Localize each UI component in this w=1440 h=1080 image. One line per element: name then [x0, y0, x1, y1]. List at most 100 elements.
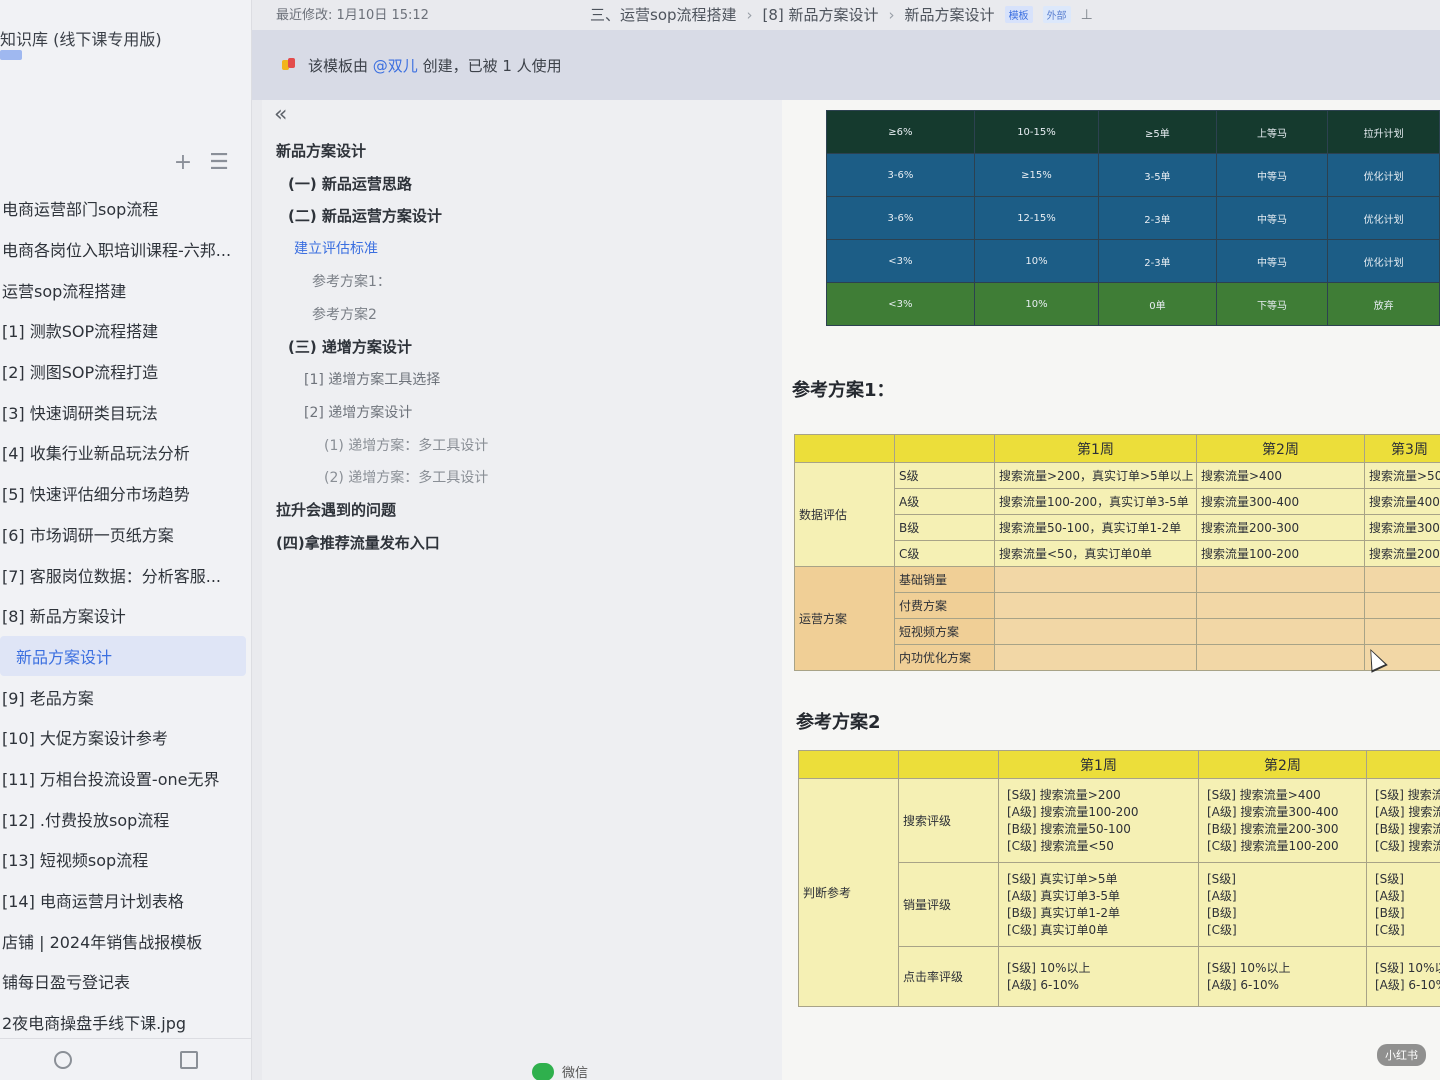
sidebar-item[interactable]: [13] 短视频sop流程 — [0, 839, 250, 880]
collapse-outline-icon[interactable]: « — [274, 102, 287, 127]
pin-icon[interactable]: ⊥ — [1081, 7, 1093, 23]
sidebar-item[interactable]: [11] 万相台投流设置-one无界 — [0, 758, 250, 799]
breadcrumb-item[interactable]: 三、运营sop流程搭建 — [590, 4, 737, 25]
sidebar-item-active[interactable]: 新品方案设计 — [0, 635, 246, 677]
sidebar-item[interactable]: [6] 市场调研一页纸方案 — [0, 514, 250, 555]
grade-cell: C级 — [894, 540, 995, 567]
document-body: ≥6% 10-15% ≥5单 上等马 拉升计划 3-6% ≥15% 3-5单 中等马 优化计划 3-… — [782, 100, 1440, 1080]
sidebar-item[interactable]: [7] 客服岗位数据：分析客服... — [0, 554, 250, 595]
sidebar-item[interactable]: [5] 快速评估细分市场趋势 — [0, 473, 250, 514]
author-mention[interactable]: @双儿 — [373, 57, 418, 75]
sidebar-item[interactable]: 电商各岗位入职培训课程-六邦... — [0, 229, 250, 270]
empty-cell[interactable] — [994, 566, 1197, 593]
empty-cell[interactable] — [1364, 592, 1440, 619]
plan1-group-data: 数据评估 — [794, 462, 895, 567]
sidebar-item[interactable]: [9] 老品方案 — [0, 676, 250, 717]
week2-cell: 搜索流量200-300 — [1196, 514, 1365, 541]
last-modified: 最近修改: 1月10日 15:12 — [276, 8, 429, 23]
week1-cell: [S级] 真实订单>5单 [A级] 真实订单3-5单 [B级] 真实订单1-2单… — [998, 862, 1199, 947]
ops-item: 付费方案 — [894, 592, 995, 619]
outline-item[interactable]: (1) 递增方案：多工具设计 — [276, 428, 488, 461]
empty-cell[interactable] — [994, 592, 1197, 619]
matrix-cell: 2-3单 — [1098, 239, 1217, 283]
outline-list: 新品方案设计 (一) 新品运营思路 (二) 新品运营方案设计 建立评估标准 参考方案1：… — [276, 134, 488, 559]
template-icon — [282, 58, 296, 72]
knowledge-base-tag — [0, 50, 22, 60]
sidebar-item[interactable]: 2夜电商操盘手线下课.jpg — [0, 1002, 250, 1043]
empty-cell[interactable] — [1364, 566, 1440, 593]
outline-item[interactable]: [1] 递增方案工具选择 — [276, 363, 488, 396]
week3-cell: 搜索流量>500 — [1364, 462, 1440, 489]
matrix-cell: 2-3单 — [1098, 196, 1217, 240]
sidebar-item[interactable]: [8] 新品方案设计 — [0, 595, 250, 636]
outline-item[interactable]: (三) 递增方案设计 — [276, 330, 488, 363]
sidebar-item[interactable]: 铺每日盈亏登记表 — [0, 961, 250, 1002]
outline-item[interactable]: 参考方案2 — [276, 297, 488, 330]
knowledge-base-title: 知识库 (线下课专用版) — [0, 30, 162, 49]
plan1-header-cell — [794, 434, 895, 463]
matrix-cell: 3-6% — [826, 196, 975, 240]
taskbar-wechat[interactable]: 微信 — [532, 1062, 588, 1080]
outline-item[interactable]: 拉升会遇到的问题 — [276, 494, 488, 527]
info-icon[interactable] — [54, 1050, 72, 1069]
plan1-group-ops: 运营方案 — [794, 566, 895, 671]
week2-cell: 搜索流量>400 — [1196, 462, 1365, 489]
week1-cell: [S级] 搜索流量>200 [A级] 搜索流量100-200 [B级] 搜索流量… — [998, 778, 1199, 863]
matrix-cell: 下等马 — [1215, 282, 1329, 326]
list-icon[interactable]: ☰ — [208, 152, 230, 174]
external-badge: 外部 — [1042, 6, 1071, 23]
breadcrumb: 三、运营sop流程搭建 › [8] 新品方案设计 › 新品方案设计 模板 外部 … — [590, 4, 1093, 25]
sidebar-footer — [0, 1038, 252, 1080]
plan2-heading: 参考方案2 — [796, 712, 881, 733]
week3-cell: 搜索流量400-500 — [1364, 488, 1440, 515]
outline-item[interactable]: 建立评估标准 — [276, 232, 488, 265]
empty-cell[interactable] — [1196, 618, 1365, 645]
trash-icon[interactable] — [180, 1050, 198, 1069]
week1-cell: 搜索流量<50，真实订单0单 — [994, 540, 1197, 567]
week2-cell: 搜索流量300-400 — [1196, 488, 1365, 515]
week3-cell: [S级] 搜索流 [A级] 搜索流 [B级] 搜索流 [C级] 搜索流 — [1366, 778, 1440, 863]
matrix-cell: 优化计划 — [1327, 153, 1440, 197]
outline-item[interactable]: 参考方案1： — [276, 265, 488, 298]
empty-cell[interactable] — [1196, 644, 1365, 671]
outline-item[interactable]: (一) 新品运营思路 — [276, 167, 488, 200]
empty-cell[interactable] — [1364, 618, 1440, 645]
matrix-cell: <3% — [826, 282, 975, 326]
add-icon[interactable]: + — [172, 152, 194, 174]
outline-item[interactable]: (二) 新品运营方案设计 — [276, 199, 488, 232]
outline-item[interactable]: (四)拿推荐流量发布入口 — [276, 526, 488, 559]
sidebar-item[interactable]: 电商运营部门sop流程 — [0, 188, 250, 229]
sidebar-item[interactable]: 运营sop流程搭建 — [0, 269, 250, 310]
breadcrumb-item[interactable]: [8] 新品方案设计 — [763, 4, 879, 25]
outline-item[interactable]: (2) 递增方案：多工具设计 — [276, 461, 488, 494]
plan2-header-cell — [798, 750, 899, 779]
empty-cell[interactable] — [1196, 592, 1365, 619]
matrix-cell: 12-15% — [973, 196, 1100, 240]
plan1-header-week1: 第1周 — [994, 434, 1197, 463]
empty-cell[interactable] — [994, 618, 1197, 645]
sidebar-item[interactable]: [12] .付费投放sop流程 — [0, 798, 250, 839]
matrix-row: 3-6% 12-15% 2-3单 中等马 优化计划 — [826, 196, 1440, 240]
breadcrumb-item-current[interactable]: 新品方案设计 — [905, 4, 995, 25]
empty-cell[interactable] — [1196, 566, 1365, 593]
empty-cell[interactable] — [994, 644, 1197, 671]
sidebar-item[interactable]: [3] 快速调研类目玩法 — [0, 391, 250, 432]
sidebar-item[interactable]: [14] 电商运营月计划表格 — [0, 880, 250, 921]
matrix-cell: 中等马 — [1215, 153, 1329, 197]
chevron-right-icon: › — [746, 5, 753, 24]
watermark: 小红书 — [1377, 1044, 1426, 1066]
sidebar-item[interactable]: [4] 收集行业新品玩法分析 — [0, 432, 250, 473]
week1-cell: 搜索流量>200，真实订单>5单以上 — [994, 462, 1197, 489]
outline-item[interactable]: 新品方案设计 — [276, 134, 488, 167]
plan2-group: 判断参考 — [798, 778, 899, 1007]
outline-item[interactable]: [2] 递增方案设计 — [276, 396, 488, 429]
template-notice-bar: 该模板由 @双儿 创建，已被 1 人使用 — [252, 30, 1440, 100]
sidebar-item[interactable]: [2] 测图SOP流程打造 — [0, 351, 250, 392]
plan1-header-week3: 第3周 — [1364, 434, 1440, 463]
sidebar-item[interactable]: [10] 大促方案设计参考 — [0, 717, 250, 758]
week3-cell: [S级] [A级] [B级] [C级] — [1366, 862, 1440, 947]
notice-prefix: 该模板由 — [308, 56, 369, 75]
sidebar-item[interactable]: 店铺 | 2024年销售战报模板 — [0, 920, 250, 961]
sidebar-item[interactable]: [1] 测款SOP流程搭建 — [0, 310, 250, 351]
matrix-cell: 10-15% — [973, 110, 1100, 154]
